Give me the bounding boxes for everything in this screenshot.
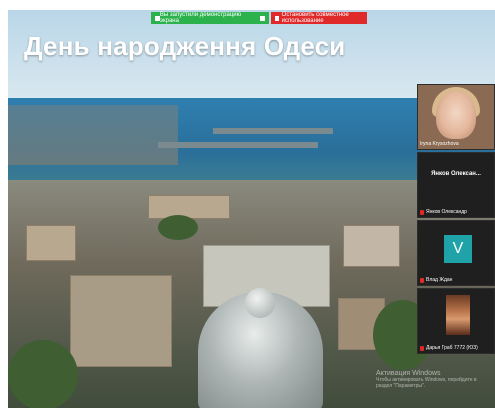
participant-avatar: V: [444, 235, 472, 263]
slide-dome-top: [245, 288, 275, 318]
slide-port: [8, 105, 178, 165]
share-control-bar: Вы запустили демонстрацию экрана Останов…: [151, 12, 367, 24]
participant-portrait: [446, 295, 470, 335]
slide-title: День народження Одеси: [24, 31, 346, 61]
participant-name: Iryna Krysozhova: [420, 141, 459, 147]
stop-icon: [275, 15, 279, 21]
participants-panel: Iryna Krysozhova Янков Олексан... Янков …: [417, 84, 495, 354]
stop-share-label: Остановить совместное использование: [281, 12, 349, 24]
mic-off-icon: [420, 209, 424, 215]
mic-off-icon: [420, 277, 424, 283]
slide-pier: [213, 128, 333, 134]
participant-face: [436, 91, 476, 139]
participant-tile[interactable]: Дарья Граб 7772 (ЮЗ): [417, 288, 495, 354]
participant-display-name: Янков Олексан...: [431, 171, 481, 177]
participant-tile[interactable]: Iryna Krysozhova: [417, 84, 495, 150]
slide-pier: [158, 142, 318, 148]
slide-tree: [158, 215, 198, 240]
share-status-text: Вы запустили демонстрацию экрана: [159, 12, 242, 24]
participant-tile[interactable]: Янков Олексан... Янков Олександр: [417, 152, 495, 218]
slide-building: [70, 275, 172, 367]
pause-icon[interactable]: [260, 15, 266, 21]
watermark-subtitle: Чтобы активировать Windows, перейдите в …: [376, 377, 477, 389]
slide-building: [343, 225, 400, 267]
stop-share-button[interactable]: Остановить совместное использование: [271, 12, 367, 24]
mic-off-icon: [420, 345, 424, 351]
participant-tile[interactable]: V Влад Ждан: [417, 220, 495, 286]
participant-name-label: Iryna Krysozhova: [420, 141, 459, 147]
participant-name: Влад Ждан: [426, 277, 453, 283]
slide-tree: [8, 340, 78, 408]
slide-building: [26, 225, 76, 261]
activate-windows-watermark: Активация Windows Чтобы активировать Win…: [376, 370, 494, 389]
participant-name: Янков Олександр: [426, 209, 467, 215]
participant-name-label: Влад Ждан: [420, 277, 452, 283]
participant-name-label: Дарья Граб 7772 (ЮЗ): [420, 345, 478, 351]
watermark-title: Активация Windows: [376, 370, 441, 377]
share-status-indicator: Вы запустили демонстрацию экрана: [151, 12, 269, 24]
participant-name-label: Янков Олександр: [420, 209, 467, 215]
participant-name: Дарья Граб 7772 (ЮЗ): [426, 345, 478, 351]
slide-building: [148, 195, 230, 219]
